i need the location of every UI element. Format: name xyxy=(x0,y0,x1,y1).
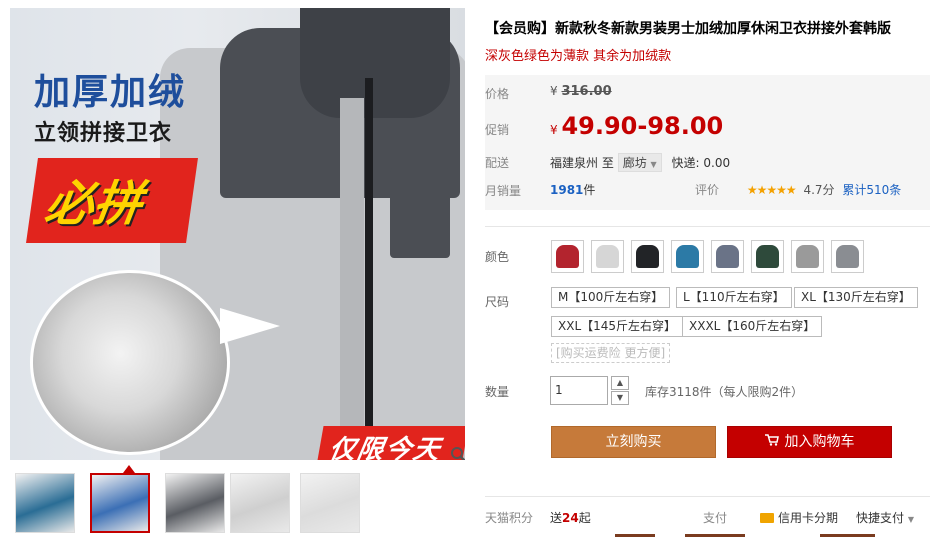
divider xyxy=(485,226,930,227)
active-thumb-arrow xyxy=(123,465,135,473)
chevron-up-icon[interactable]: ▲ xyxy=(611,376,629,390)
size-option[interactable]: XXXL【160斤左右穿】 xyxy=(682,316,823,337)
color-label: 颜色 xyxy=(485,250,510,264)
ship-label: 配送 xyxy=(485,156,510,170)
closeup-pointer xyxy=(220,308,280,344)
sales-unit: 件 xyxy=(583,183,596,197)
quantity-input[interactable]: 1 xyxy=(550,376,608,405)
credit-card-icon xyxy=(760,513,774,523)
promo-price: ¥ 49.90-98.00 xyxy=(550,112,723,140)
ship-to-word: 至 xyxy=(601,156,614,170)
today-only-badge: 仅限今天 xyxy=(316,426,465,460)
thumbnail-strip xyxy=(10,465,465,537)
swatch-pattern[interactable] xyxy=(791,240,824,273)
thumbnail-5[interactable] xyxy=(300,473,360,533)
points-number: 24 xyxy=(562,511,579,525)
points-value: 送24起 xyxy=(550,509,591,526)
swatch-slate[interactable] xyxy=(711,240,744,273)
size-option[interactable]: XXL【145斤左右穿】 xyxy=(551,316,684,337)
promo-price-label: 促销 xyxy=(485,123,510,137)
points-label: 天猫积分 xyxy=(485,511,534,525)
product-title: 【会员购】新款秋冬新款男装男士加绒加厚休闲卫衣拼接外套韩版 xyxy=(485,21,891,37)
thumbnail-3[interactable] xyxy=(165,473,225,533)
shipping-insurance-option[interactable]: [购买运费险 更方便] xyxy=(551,343,671,363)
credit-label: 信用卡分期 xyxy=(778,511,839,525)
jacket-collar-shape xyxy=(300,8,450,118)
rating-score: 4.7分 xyxy=(803,183,835,197)
bottom-info-bar: 天猫积分 送24起 支付 信用卡分期 快捷支付 ▼ xyxy=(485,496,930,537)
ship-destination: 廊坊 xyxy=(622,156,647,170)
star-rating-icon: ★★★★★ xyxy=(746,183,797,197)
swatch-dark-green[interactable] xyxy=(751,240,784,273)
rating: 评价 ★★★★★ 4.7分 累计510条 xyxy=(695,181,901,198)
orig-price-value: 316.00 xyxy=(561,84,612,99)
product-subtitle: 深灰色绿色为薄款 其余为加绒款 xyxy=(485,49,672,64)
chest-pocket-shape xyxy=(390,168,450,258)
add-to-cart-button[interactable]: 加入购物车 xyxy=(727,426,892,458)
jacket-icon xyxy=(716,245,739,268)
qty-label: 数量 xyxy=(485,385,510,399)
product-gallery: 加厚加绒 立领拼接卫衣 必拼 仅限今天 xyxy=(0,0,470,537)
swatch-black[interactable] xyxy=(631,240,664,273)
rating-label: 评价 xyxy=(695,183,720,197)
monthly-sales: 1981件 xyxy=(550,181,595,198)
magnifier-icon[interactable] xyxy=(450,446,465,460)
promo-badge: 必拼 xyxy=(26,158,198,243)
rating-total-link[interactable]: 累计510条 xyxy=(842,183,901,197)
promo-subtitle: 立领拼接卫衣 xyxy=(34,121,173,146)
size-label: 尺码 xyxy=(485,295,510,309)
size-option[interactable]: M【100斤左右穿】 xyxy=(551,287,671,308)
ship-from: 福建泉州 xyxy=(550,156,599,170)
jacket-icon xyxy=(836,245,859,268)
points-suffix: 起 xyxy=(578,511,591,525)
shipping-info: 福建泉州 至 廊坊 ▼ 快递: 0.00 xyxy=(550,153,730,172)
fleece-closeup-circle xyxy=(30,270,230,455)
sales-label: 月销量 xyxy=(485,184,522,198)
promo-currency: ¥ xyxy=(550,123,558,137)
orig-price: ¥ 316.00 xyxy=(550,84,612,99)
thumbnail-1[interactable] xyxy=(15,473,75,533)
add-to-cart-label: 加入购物车 xyxy=(784,434,855,450)
swatch-red[interactable] xyxy=(551,240,584,273)
quick-pay[interactable]: 快捷支付 ▼ xyxy=(856,509,914,526)
swatch-light-grey[interactable] xyxy=(591,240,624,273)
stock-info: 库存3118件（每人限购2件） xyxy=(645,385,804,399)
buy-now-button[interactable]: 立刻购买 xyxy=(551,426,716,458)
product-details: 【会员购】新款秋冬新款男装男士加绒加厚休闲卫衣拼接外套韩版 深灰色绿色为薄款 其… xyxy=(485,0,930,537)
size-option[interactable]: L【110斤左右穿】 xyxy=(676,287,792,308)
jacket-icon xyxy=(796,245,819,268)
orig-currency: ¥ xyxy=(550,84,558,98)
swatch-grey[interactable] xyxy=(831,240,864,273)
chevron-down-icon: ▼ xyxy=(650,160,657,169)
main-product-image[interactable]: 加厚加绒 立领拼接卫衣 必拼 仅限今天 xyxy=(10,8,465,460)
jacket-icon xyxy=(636,245,659,268)
sales-count: 1981 xyxy=(550,183,584,197)
size-option[interactable]: XL【130斤左右穿】 xyxy=(794,287,918,308)
promo-title: 加厚加绒 xyxy=(34,72,187,113)
express-fee: 快递: 0.00 xyxy=(671,156,731,170)
chevron-down-icon[interactable]: ▼ xyxy=(611,391,629,405)
fleece-lining-shape xyxy=(340,98,364,428)
thumbnail-2[interactable] xyxy=(90,473,150,533)
pay-label: 支付 xyxy=(703,511,728,525)
orig-price-label: 价格 xyxy=(485,87,510,101)
credit-installment[interactable]: 信用卡分期 xyxy=(760,509,838,526)
promo-badge-text: 必拼 xyxy=(41,176,146,232)
zipper-shape xyxy=(365,78,373,460)
cart-icon xyxy=(764,428,779,458)
jacket-icon xyxy=(556,245,579,268)
quick-pay-label: 快捷支付 xyxy=(856,511,905,525)
ship-destination-select[interactable]: 廊坊 ▼ xyxy=(617,153,662,172)
chevron-down-icon: ▼ xyxy=(907,515,914,524)
thumbnail-4[interactable] xyxy=(230,473,290,533)
jacket-icon xyxy=(756,245,779,268)
jacket-icon xyxy=(596,245,619,268)
jacket-icon xyxy=(676,245,699,268)
swatch-teal[interactable] xyxy=(671,240,704,273)
points-prefix: 送 xyxy=(550,511,563,525)
today-only-text: 仅限今天 xyxy=(326,435,444,460)
promo-price-value: 49.90-98.00 xyxy=(561,112,724,140)
